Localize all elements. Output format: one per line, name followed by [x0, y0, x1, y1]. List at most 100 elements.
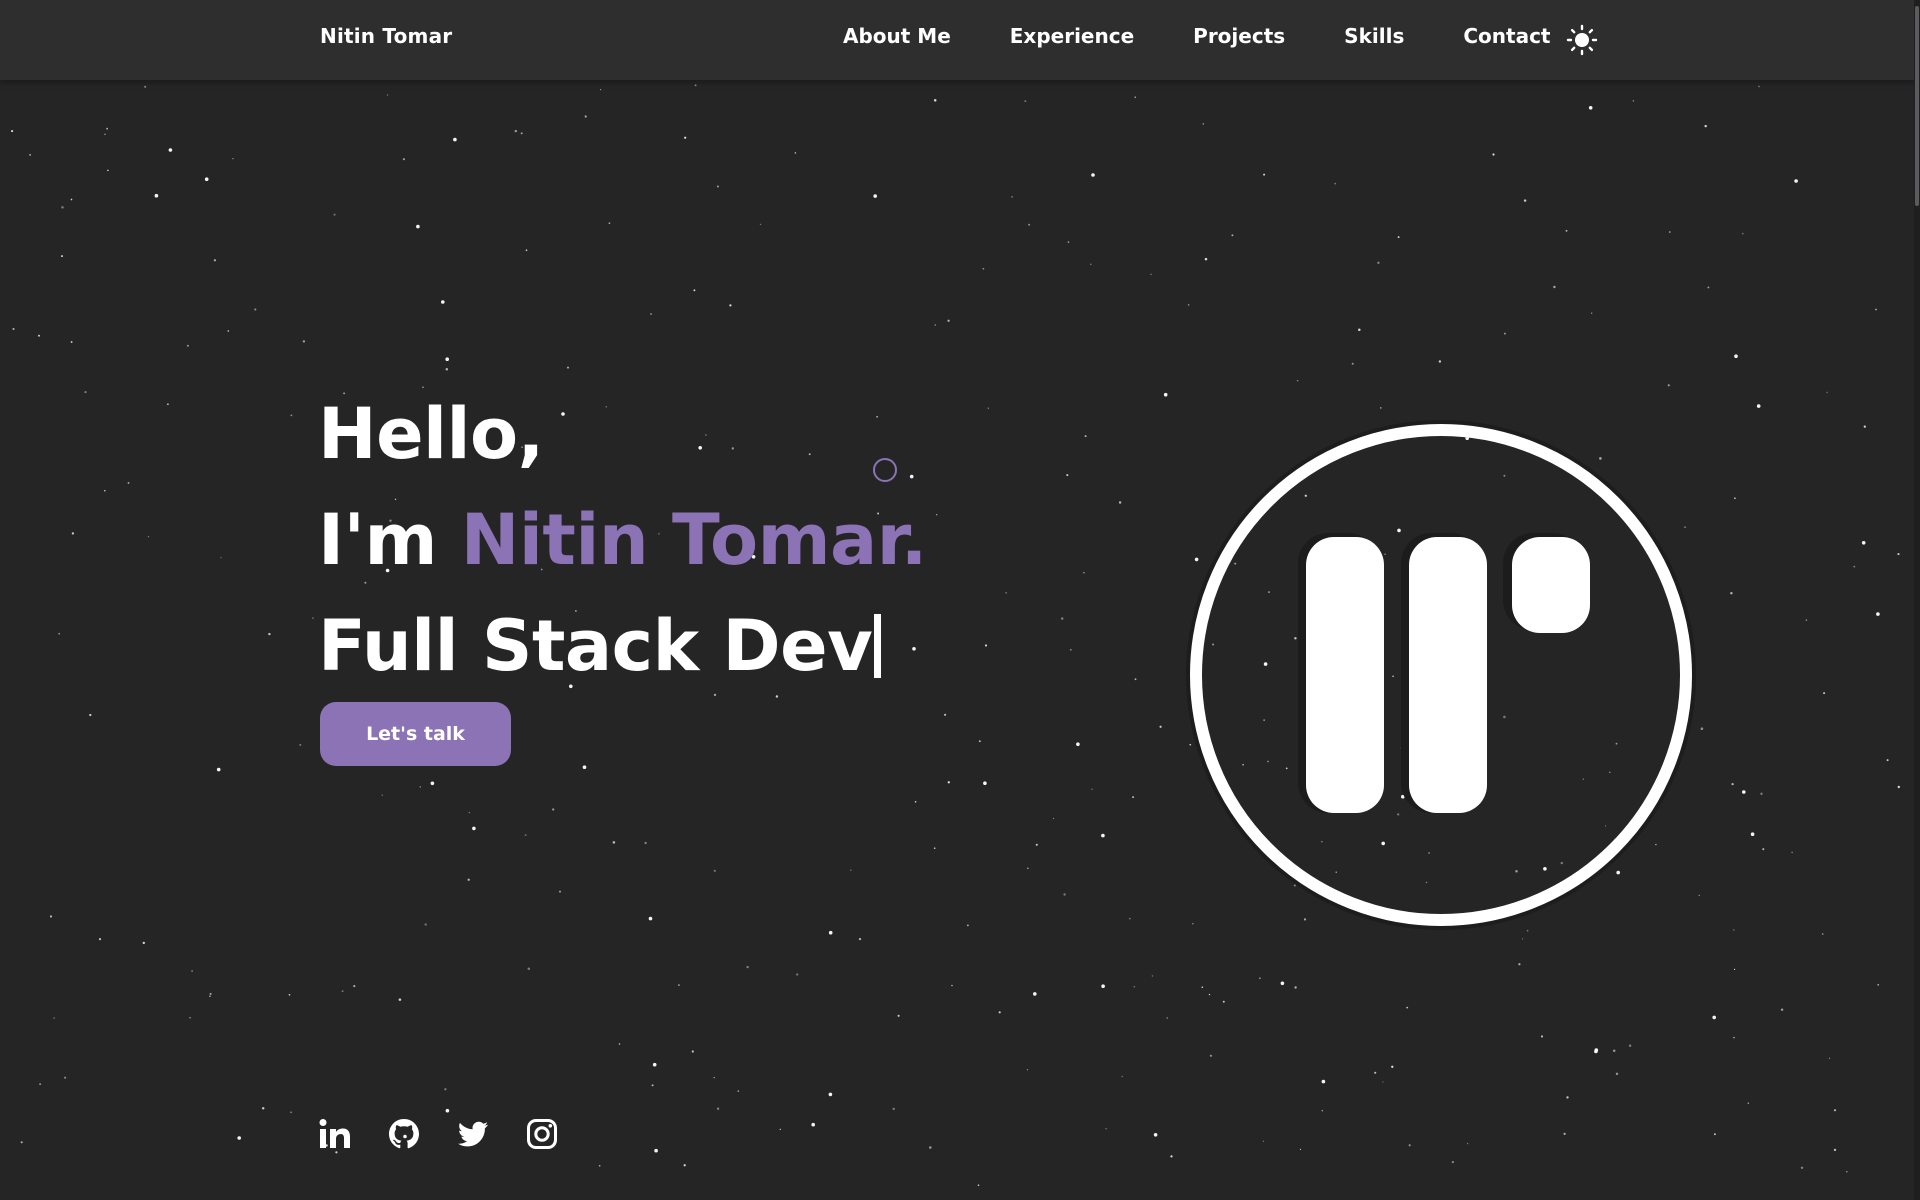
star	[1897, 785, 1901, 789]
star	[1713, 1133, 1716, 1136]
star	[779, 1128, 782, 1131]
star	[1591, 312, 1593, 314]
star	[929, 1146, 932, 1149]
star	[1791, 851, 1793, 854]
star	[472, 826, 476, 831]
star	[1026, 1069, 1029, 1071]
star	[142, 941, 145, 945]
nav-link-experience[interactable]: Experience	[1010, 24, 1134, 48]
star	[933, 99, 937, 102]
star	[1615, 1072, 1619, 1076]
star	[876, 416, 878, 418]
star	[58, 632, 61, 635]
star	[227, 330, 230, 332]
star	[216, 767, 221, 772]
star	[1800, 1166, 1804, 1170]
nav-link-contact[interactable]: Contact	[1463, 24, 1550, 48]
star	[1594, 1048, 1599, 1052]
nav-link-skills[interactable]: Skills	[1344, 24, 1404, 48]
star	[652, 1062, 657, 1067]
star	[1163, 392, 1168, 397]
star	[828, 930, 833, 935]
star	[1063, 893, 1066, 896]
star	[648, 916, 653, 921]
hero-greeting: Hello,	[318, 392, 544, 475]
star	[1358, 328, 1361, 332]
star	[737, 1090, 740, 1092]
star	[1035, 843, 1038, 846]
star	[694, 84, 697, 87]
star	[1794, 179, 1798, 183]
star	[1594, 1049, 1598, 1054]
star	[1734, 497, 1736, 500]
star	[892, 1107, 895, 1111]
github-icon[interactable]	[387, 1117, 421, 1151]
star	[98, 938, 102, 941]
star	[983, 781, 987, 785]
star	[644, 841, 647, 845]
star	[1826, 391, 1828, 394]
nav-link-projects[interactable]: Projects	[1193, 24, 1285, 48]
star	[713, 693, 717, 697]
brand-name[interactable]: Nitin Tomar	[320, 24, 452, 48]
scrollbar-thumb[interactable]	[1915, 6, 1919, 206]
star	[982, 267, 985, 270]
star	[186, 344, 189, 347]
star	[1380, 407, 1382, 409]
hero-intro-prefix: I'm	[318, 498, 461, 581]
star	[1091, 173, 1095, 177]
star	[1377, 261, 1380, 265]
star	[691, 1050, 694, 1053]
star	[1742, 790, 1746, 794]
star	[1118, 501, 1122, 504]
sun-icon[interactable]	[1566, 24, 1598, 56]
star	[261, 1107, 265, 1110]
star	[468, 811, 471, 814]
star	[677, 984, 680, 987]
star	[1667, 384, 1670, 387]
star	[1828, 1057, 1831, 1059]
star	[1209, 1054, 1212, 1057]
star	[705, 434, 707, 436]
star	[1492, 153, 1495, 156]
star	[1170, 1155, 1173, 1158]
star	[1321, 1110, 1323, 1112]
star	[1222, 1000, 1225, 1003]
star	[1628, 1044, 1632, 1047]
star	[582, 765, 587, 769]
star	[1408, 1144, 1411, 1147]
star	[335, 1151, 338, 1154]
star	[1134, 678, 1137, 681]
star	[713, 869, 716, 872]
star	[566, 366, 570, 369]
twitter-icon[interactable]	[456, 1117, 490, 1151]
star	[934, 324, 936, 326]
star	[1733, 968, 1736, 971]
star	[453, 137, 457, 142]
instagram-icon[interactable]	[525, 1117, 559, 1151]
navbar: Nitin Tomar About Me Experience Projects…	[0, 0, 1920, 80]
scrollbar[interactable]	[1914, 0, 1920, 1200]
star	[1129, 918, 1131, 920]
linkedin-icon[interactable]	[318, 1117, 352, 1151]
star	[290, 414, 293, 417]
star	[107, 169, 109, 172]
lets-talk-button[interactable]: Let's talk	[320, 702, 511, 766]
star	[1521, 938, 1524, 940]
star	[951, 984, 953, 987]
star	[912, 647, 916, 651]
star	[268, 632, 271, 636]
nav-link-about[interactable]: About Me	[843, 24, 951, 48]
star	[53, 1017, 55, 1019]
star	[850, 869, 852, 871]
star	[1067, 241, 1070, 243]
star	[1823, 692, 1826, 695]
star	[967, 924, 969, 927]
social-links	[318, 1117, 594, 1151]
star	[1033, 992, 1037, 996]
star	[1084, 435, 1087, 438]
star	[1259, 977, 1261, 979]
star	[1132, 796, 1135, 799]
star	[254, 308, 257, 311]
star	[1863, 425, 1866, 428]
